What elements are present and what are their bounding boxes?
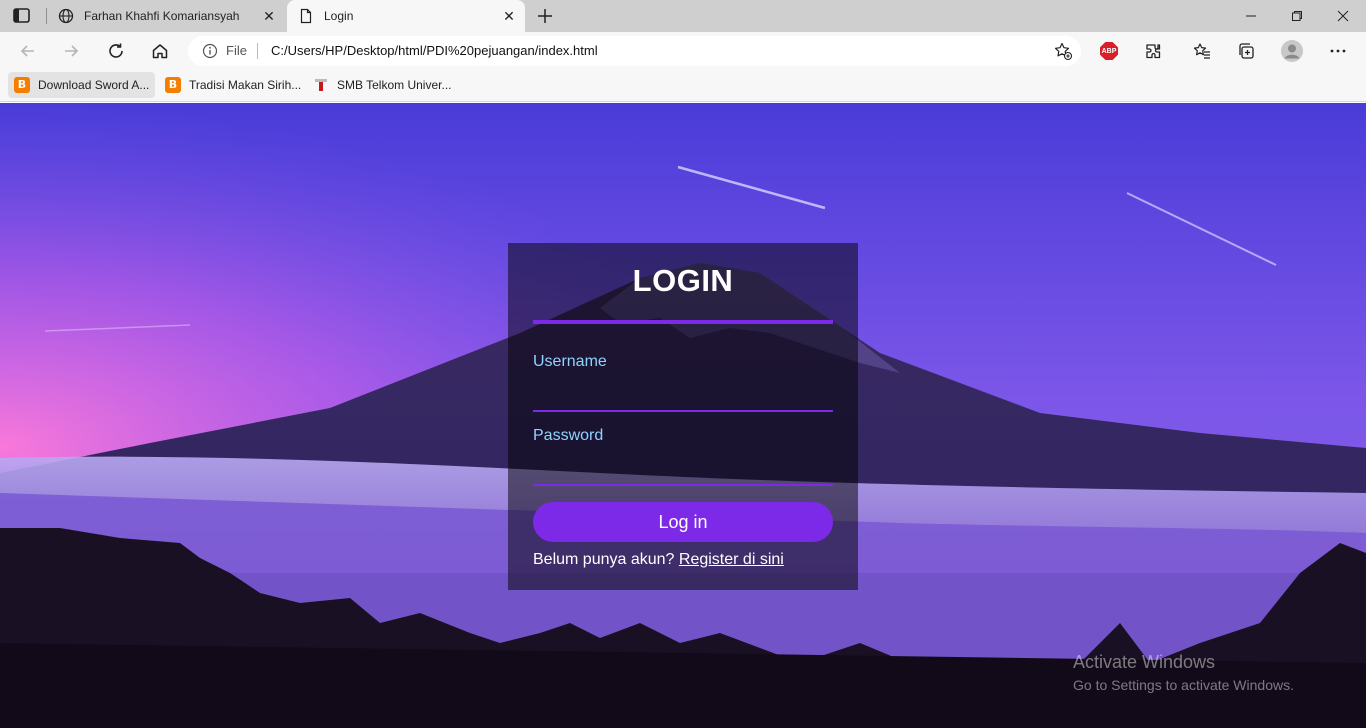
register-row: Belum punya akun? Register di sini <box>533 551 784 569</box>
page-icon <box>300 8 312 24</box>
password-label: Password <box>533 427 604 444</box>
new-tab-icon[interactable] <box>533 4 557 28</box>
collections-icon[interactable] <box>1232 37 1260 65</box>
register-prompt: Belum punya akun? <box>533 551 675 568</box>
address-divider <box>257 43 258 59</box>
forward-icon[interactable] <box>57 37 85 65</box>
profile-avatar-icon[interactable] <box>1278 37 1306 65</box>
blogger-icon <box>165 77 181 93</box>
tab-strip: Farhan Khahfi Komariansyah ✕ Login ✕ <box>0 0 1366 32</box>
extensions-icon[interactable] <box>1139 37 1167 65</box>
bookmark-label: Download Sword A... <box>38 78 150 92</box>
username-label: Username <box>533 353 607 370</box>
window-close-icon[interactable] <box>1320 0 1366 32</box>
login-button[interactable]: Log in <box>533 502 833 542</box>
bookmark-item[interactable]: Tradisi Makan Sirih... <box>159 72 307 98</box>
address-bar[interactable]: File C:/Users/HP/Desktop/html/PDI%20peju… <box>188 36 1081 66</box>
tab-farhan[interactable]: Farhan Khahfi Komariansyah ✕ <box>47 0 285 32</box>
bookmark-label: Tradisi Makan Sirih... <box>189 78 302 92</box>
bookmark-label: SMB Telkom Univer... <box>337 78 452 92</box>
password-input[interactable] <box>533 462 833 486</box>
more-menu-icon[interactable] <box>1324 37 1352 65</box>
tab-login[interactable]: Login ✕ <box>287 0 525 32</box>
username-input[interactable] <box>533 388 833 412</box>
minimize-icon[interactable] <box>1228 0 1274 32</box>
watermark-title: Activate Windows <box>1073 652 1216 672</box>
url-text[interactable]: C:/Users/HP/Desktop/html/PDI%20pejuangan… <box>271 43 598 58</box>
favorites-icon[interactable] <box>1188 37 1216 65</box>
scheme-label: File <box>226 43 247 58</box>
tab-title: Farhan Khahfi Komariansyah <box>84 9 240 23</box>
bookmark-item[interactable]: SMB Telkom Univer... <box>307 72 457 98</box>
bookmarks-bar: Download Sword A... Tradisi Makan Sirih.… <box>0 69 1366 102</box>
globe-icon <box>58 8 74 24</box>
telkom-university-icon <box>315 79 327 91</box>
blogger-icon <box>14 77 30 93</box>
browser-toolbar: File C:/Users/HP/Desktop/html/PDI%20peju… <box>0 32 1366 69</box>
tab-close-icon[interactable]: ✕ <box>497 4 521 28</box>
refresh-icon[interactable] <box>102 37 130 65</box>
page-viewport: LOGIN Username Password Log in Belum pun… <box>0 103 1366 728</box>
watermark-subtitle: Go to Settings to activate Windows. <box>1073 677 1294 693</box>
back-icon[interactable] <box>14 37 42 65</box>
restore-icon[interactable] <box>1274 0 1320 32</box>
tab-close-icon[interactable]: ✕ <box>257 4 281 28</box>
home-icon[interactable] <box>146 37 174 65</box>
login-card: LOGIN Username Password Log in Belum pun… <box>508 243 858 590</box>
tab-actions-icon[interactable] <box>12 7 32 25</box>
bookmark-item[interactable]: Download Sword A... <box>8 72 156 98</box>
activate-windows-watermark: Activate Windows Go to Settings to activ… <box>1073 652 1294 693</box>
tab-title: Login <box>324 9 354 23</box>
title-underline <box>533 320 833 324</box>
add-favorite-icon[interactable] <box>1053 41 1073 61</box>
login-title: LOGIN <box>632 263 734 298</box>
info-icon[interactable] <box>202 43 218 59</box>
register-link[interactable]: Register di sini <box>679 551 784 568</box>
